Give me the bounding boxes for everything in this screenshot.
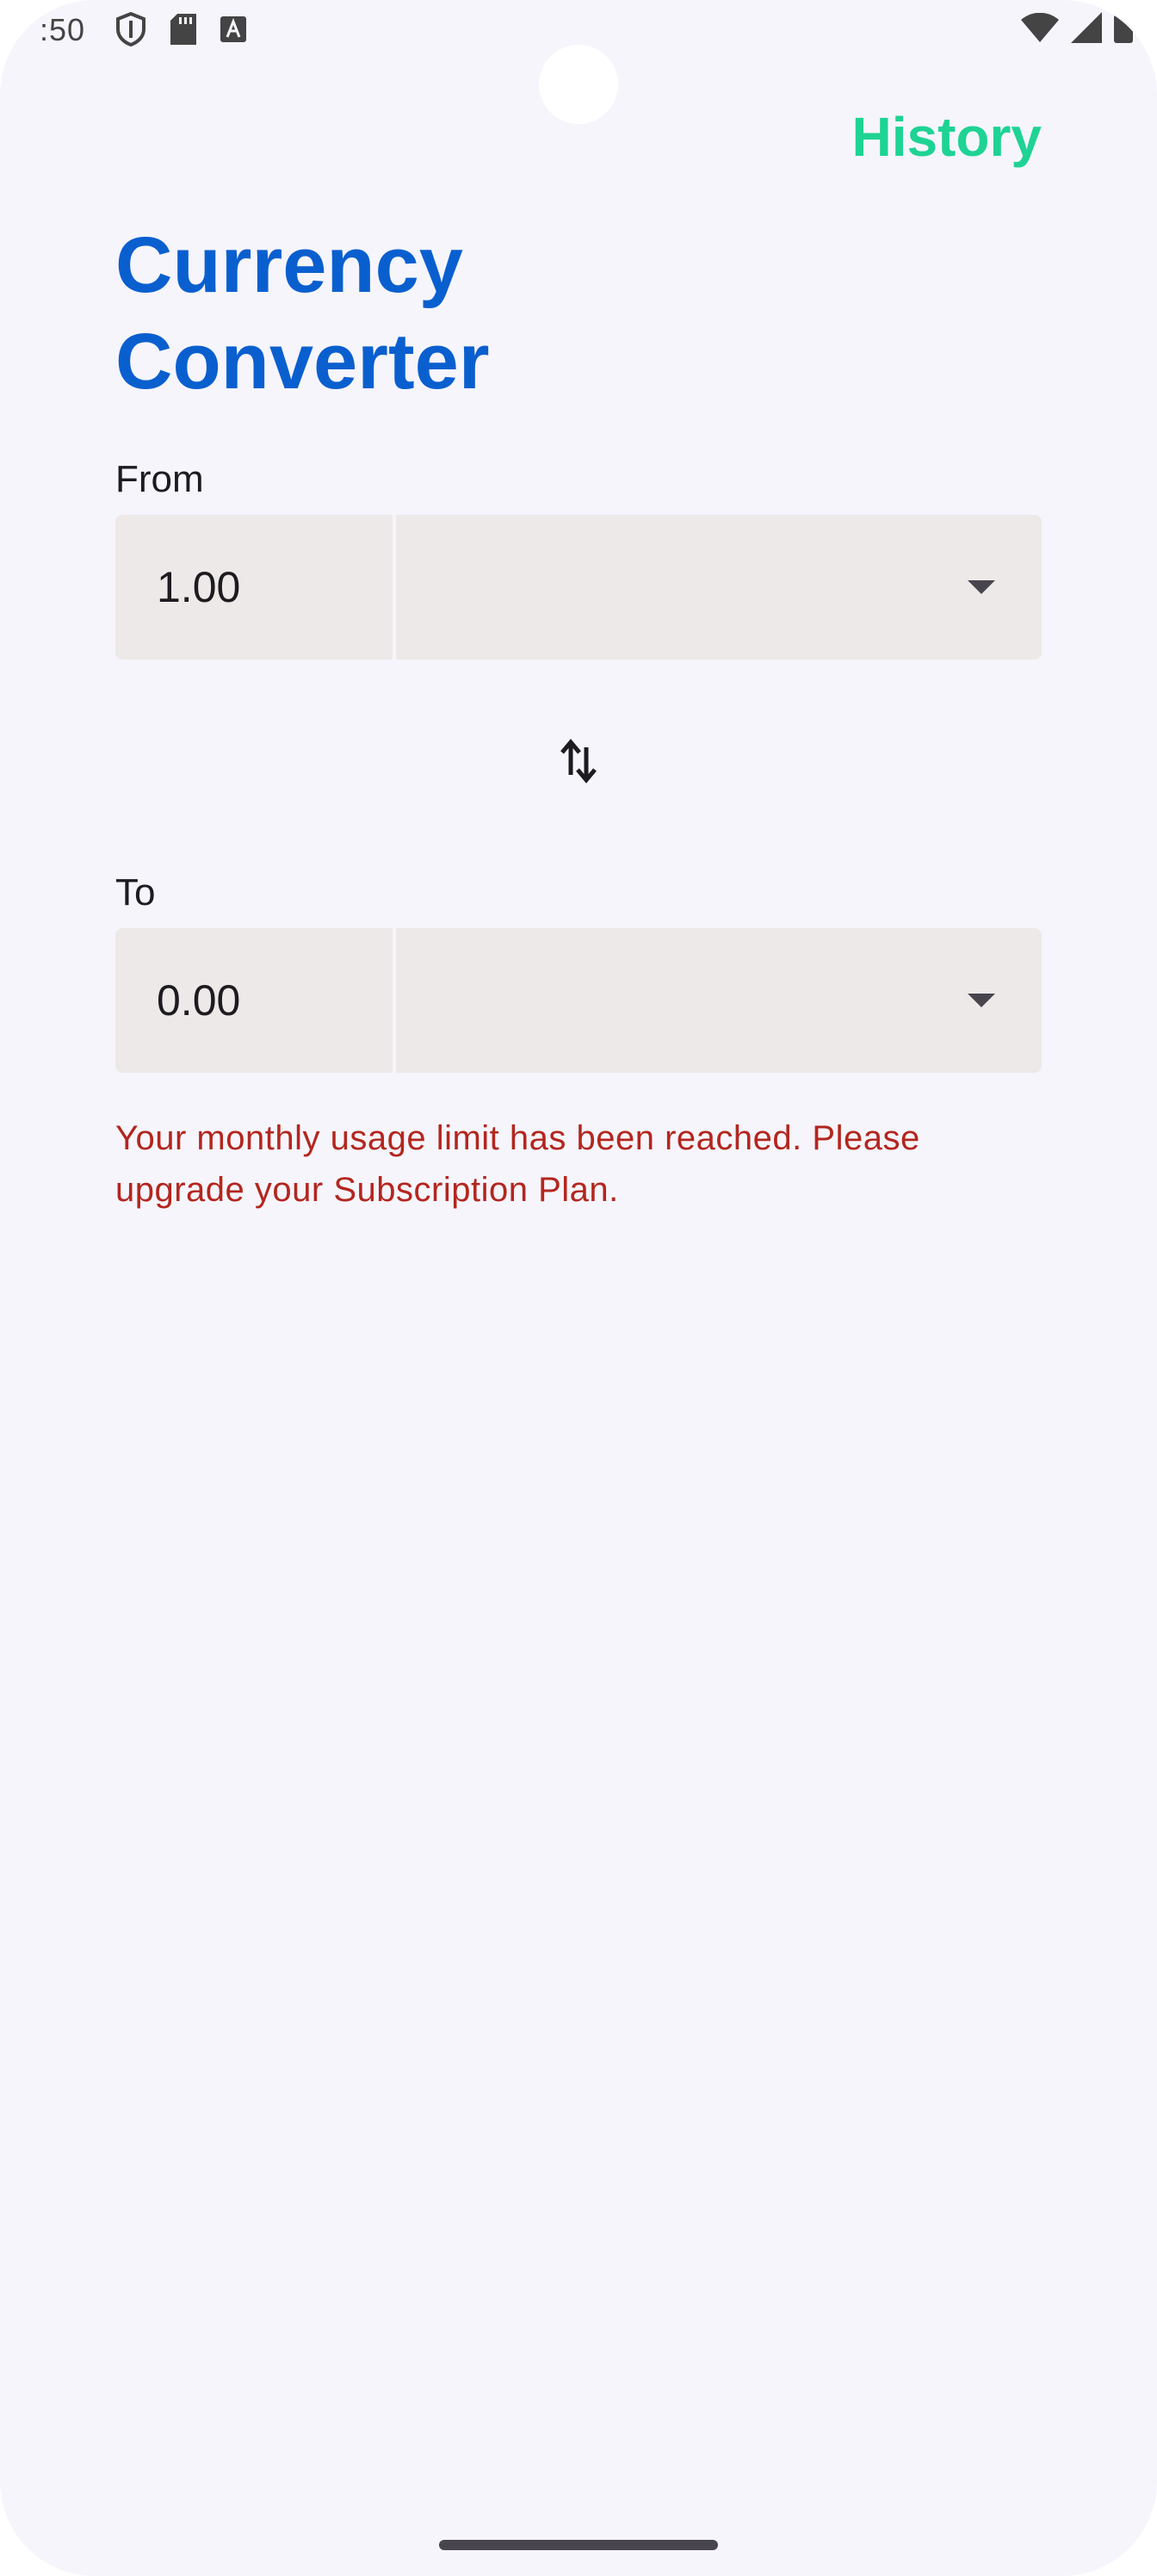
page-title: Currency Converter [115,221,490,406]
caret-down-icon [968,994,995,1007]
shield-icon [115,12,146,46]
from-label: From [115,458,204,500]
swap-currencies-button[interactable] [553,735,604,790]
usage-limit-error: Your monthly usage limit has been reache… [115,1119,920,1209]
font-icon [220,16,246,42]
wifi-icon [1021,13,1059,42]
signal-icon [1071,12,1102,43]
to-currency-dropdown[interactable] [396,928,1042,1073]
battery-icon [1114,12,1133,43]
to-amount-input[interactable]: 0.00 [115,928,393,1073]
camera-cutout [539,45,618,124]
from-row: 1.00 [115,515,1042,659]
to-label: To [115,871,156,913]
status-time: :50 [40,12,86,47]
swap-vertical-icon [560,737,597,790]
history-button[interactable]: History [852,105,1043,169]
status-icons-left [115,12,246,46]
sd-card-icon [170,14,196,45]
status-icons-right [1021,12,1133,43]
from-amount-input[interactable]: 1.00 [115,515,393,659]
home-indicator[interactable] [439,2540,718,2550]
caret-down-icon [968,580,995,594]
to-row: 0.00 [115,928,1042,1073]
from-currency-dropdown[interactable] [396,515,1042,659]
app-screen: :50 History Currency Converter From 1.00… [0,0,1157,2576]
